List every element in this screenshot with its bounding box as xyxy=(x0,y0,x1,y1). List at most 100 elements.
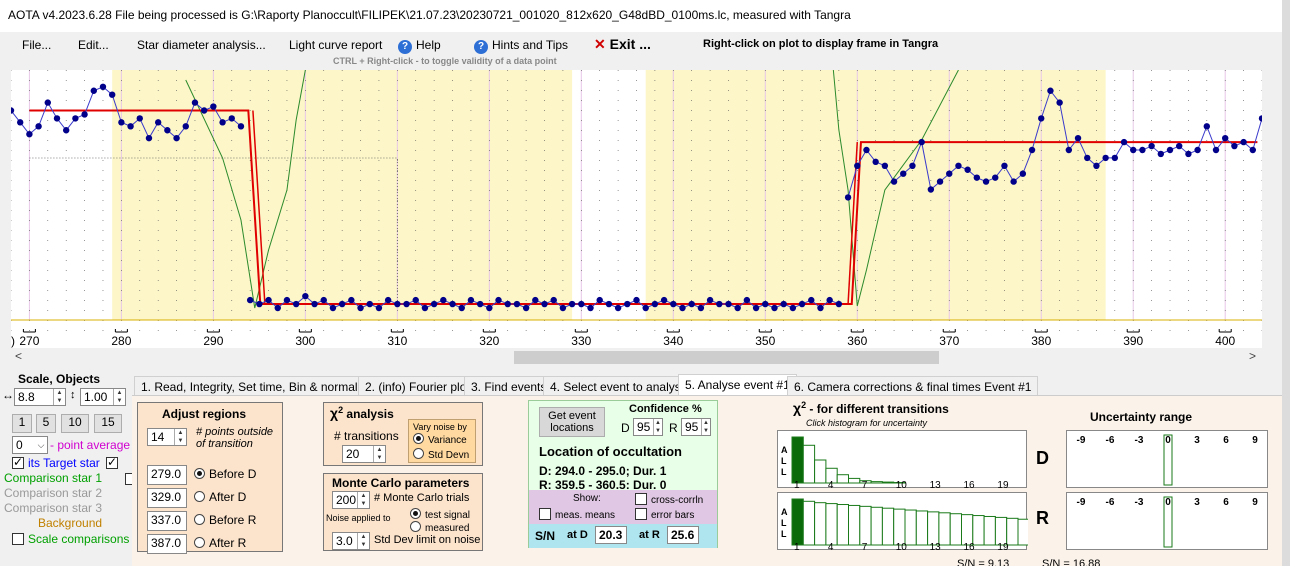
before-d-label: Before D xyxy=(209,467,257,481)
sn-at-r-label: at R xyxy=(639,529,660,541)
scale-spinner[interactable]: 8.8 ▲ ▼ xyxy=(14,388,66,406)
data-point xyxy=(1093,162,1100,169)
cross-corr-option[interactable]: cross-corrln xyxy=(635,493,703,506)
menu-hints[interactable]: ? Hints and Tips xyxy=(474,38,568,54)
points-outside-spinner[interactable]: 14 ▲ ▼ xyxy=(147,428,187,446)
measured-radio[interactable]: measured xyxy=(410,521,469,534)
meas-means-checkbox[interactable] xyxy=(539,508,551,520)
bottom-sn-left: S/N = 9.13 xyxy=(957,558,1010,566)
point-average-select[interactable]: 0 ⌵ xyxy=(12,436,48,454)
measured-radio-dot[interactable] xyxy=(410,521,421,532)
test-signal-radio[interactable]: test signal xyxy=(410,508,470,521)
light-curve-svg[interactable]: 270 280 290 300 310 320 330 340 350 360 370 380 390 4… xyxy=(11,70,1262,348)
scale-arrow-icon-2: ↕ xyxy=(70,389,76,401)
before-r-value[interactable]: 337.0 xyxy=(147,511,187,531)
variance-radio-dot[interactable] xyxy=(413,433,424,444)
variance-radio[interactable]: Variance xyxy=(413,433,467,446)
scale-btn-5[interactable]: 5 xyxy=(36,414,56,433)
error-bars-checkbox[interactable] xyxy=(635,508,647,520)
plot-scrollbar[interactable]: < > xyxy=(11,348,1262,366)
before-d-value[interactable]: 279.0 xyxy=(147,465,187,485)
data-point xyxy=(844,194,852,201)
hist-axis-letter: L xyxy=(781,518,787,528)
scale-comparisons-checkbox[interactable] xyxy=(12,533,24,545)
cross-corr-checkbox[interactable] xyxy=(635,493,647,505)
hist-bar xyxy=(870,506,883,546)
data-point xyxy=(734,304,741,312)
menu-help[interactable]: ? Help xyxy=(398,38,441,54)
after-d-value[interactable]: 329.0 xyxy=(147,488,187,508)
light-curve-plot[interactable]: 270 280 290 300 310 320 330 340 350 360 370 380 390 4… xyxy=(11,70,1262,348)
after-d-radio-dot[interactable] xyxy=(194,491,205,502)
data-point xyxy=(660,296,668,304)
r-confidence-spinner[interactable]: 95 ▲ ▼ xyxy=(681,418,711,436)
before-d-radio[interactable]: Before D xyxy=(194,467,256,481)
before-d-radio-dot[interactable] xyxy=(194,468,205,479)
tab-fourier[interactable]: 2. (info) Fourier plot xyxy=(358,376,477,396)
x-tick-label: 400 xyxy=(1215,334,1235,348)
target-checkbox[interactable] xyxy=(106,455,118,469)
std-dev-limit-spinner[interactable]: 3.0 ▲ ▼ xyxy=(332,532,370,550)
scroll-thumb[interactable] xyxy=(514,351,939,364)
transitions-spinner[interactable]: 20 ▲ ▼ xyxy=(342,445,386,463)
d-confidence-spinner[interactable]: 95 ▲ ▼ xyxy=(633,418,663,436)
data-point xyxy=(1056,99,1063,106)
menu-edit[interactable]: Edit... xyxy=(78,38,109,52)
test-signal-radio-dot[interactable] xyxy=(410,508,421,519)
after-r-radio[interactable]: After R xyxy=(194,536,246,550)
get-event-locations-button[interactable]: Get event locations xyxy=(539,407,605,437)
scroll-right-icon[interactable]: > xyxy=(1249,349,1256,363)
histogram-d-svg[interactable]: ALL1 4 7 10 13 16 19 xyxy=(778,431,1028,491)
target-checkbox-left[interactable] xyxy=(12,455,24,469)
data-point xyxy=(26,131,33,138)
before-r-radio[interactable]: Before R xyxy=(194,513,256,527)
data-point xyxy=(1065,146,1073,154)
meas-means-option[interactable]: meas. means xyxy=(539,508,615,521)
target-row[interactable]: its Target star xyxy=(12,455,100,470)
scale-comparisons-row[interactable]: Scale comparisons xyxy=(12,532,129,546)
after-d-radio[interactable]: After D xyxy=(194,490,246,504)
stddev-radio-dot[interactable] xyxy=(413,448,424,459)
hist-bar xyxy=(893,508,906,546)
region-d xyxy=(112,70,573,320)
error-bars-option[interactable]: error bars xyxy=(635,508,694,521)
data-point xyxy=(90,87,97,94)
hist-bar xyxy=(791,436,804,484)
data-point xyxy=(826,296,833,304)
transitions-label: # transitions xyxy=(334,429,399,443)
d-confidence-value: 95 xyxy=(637,420,651,434)
tab-select-event[interactable]: 4. Select event to analyse xyxy=(543,376,695,396)
x-tick-label: 300 xyxy=(295,334,315,348)
menu-star-diameter[interactable]: Star diameter analysis... xyxy=(137,38,266,52)
scale-spinner-2[interactable]: 1.00 ▲ ▼ xyxy=(80,388,126,406)
menu-light-curve-report[interactable]: Light curve report xyxy=(289,38,382,52)
after-r-value[interactable]: 387.0 xyxy=(147,534,187,554)
hist-bar xyxy=(1006,517,1019,546)
before-r-radio-dot[interactable] xyxy=(194,514,205,525)
comp2-label: Comparison star 2 xyxy=(4,486,103,500)
menu-exit[interactable]: ✕ Exit ... xyxy=(594,36,651,53)
histogram-r-svg[interactable]: ALL1 4 7 10 13 16 19 xyxy=(778,493,1030,553)
data-point xyxy=(53,115,61,122)
scale-btn-15[interactable]: 15 xyxy=(94,414,122,433)
data-point xyxy=(614,304,622,312)
after-r-radio-dot[interactable] xyxy=(194,537,205,548)
menu-file[interactable]: File... xyxy=(22,38,51,52)
scale-btn-10[interactable]: 10 xyxy=(61,414,89,433)
tab-analyse-event[interactable]: 5. Analyse event #1 xyxy=(678,374,797,396)
histogram-d[interactable]: A L L 1 4 7 10 13 16 19 xyxy=(777,430,1028,491)
chi2-title-text: analysis xyxy=(346,407,394,421)
bottom-sn-right: S/N = 16.88 xyxy=(1042,558,1101,566)
tab-find-events[interactable]: 3. Find events xyxy=(464,376,554,396)
x-tick-label: 390 xyxy=(1123,334,1143,348)
stddev-radio[interactable]: Std Devn xyxy=(413,448,469,461)
unc-tick-label: -9 xyxy=(1077,497,1086,508)
data-point xyxy=(412,296,419,304)
histogram-r[interactable]: A L L 1 4 7 10 13 16 19 xyxy=(777,492,1030,553)
points-outside-label: # points outside of transition xyxy=(196,426,274,450)
tab-read[interactable]: 1. Read, Integrity, Set time, Bin & norm… xyxy=(134,376,380,396)
scroll-left-icon[interactable]: < xyxy=(15,349,22,363)
monte-carlo-trials-spinner[interactable]: 200 ▲ ▼ xyxy=(332,491,370,509)
scale-btn-1[interactable]: 1 xyxy=(12,414,32,433)
tab-camera-corrections[interactable]: 6. Camera corrections & final times Even… xyxy=(787,376,1039,396)
